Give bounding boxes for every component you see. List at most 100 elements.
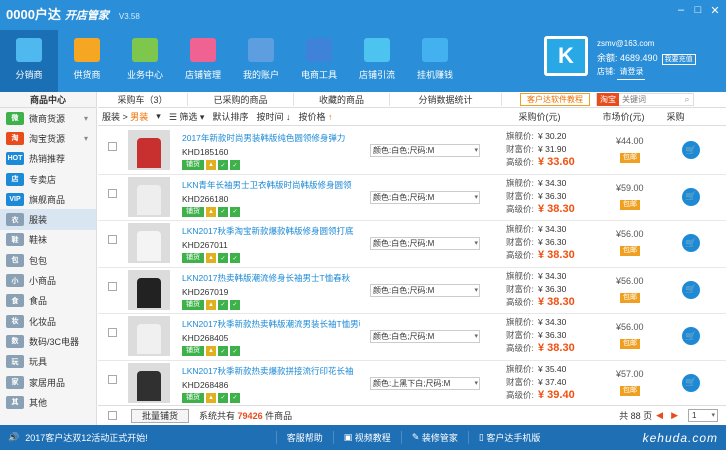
notice[interactable]: 🔊 2017客户达双12活动正式开始! <box>8 431 148 444</box>
sidebar-item-3[interactable]: 店专卖店 <box>0 169 96 189</box>
sidebar-item-1[interactable]: 淘淘宝货源 ▾ <box>0 128 96 148</box>
cart-icon[interactable]: 🛒 <box>682 327 700 345</box>
sku-select[interactable]: 颜色:白色;尺码:M ▾ <box>370 237 480 250</box>
row-checkbox[interactable] <box>108 188 117 198</box>
publish-button[interactable]: 铺货 <box>182 299 204 310</box>
row-checkbox[interactable] <box>108 235 117 244</box>
footer-link-mobile[interactable]: ▯ 客户达手机版 <box>467 431 550 444</box>
publish-button[interactable]: 铺货 <box>182 346 204 356</box>
publish-button[interactable]: 铺货 <box>182 253 204 263</box>
nav-item-2[interactable]: 业务中心 <box>116 30 174 92</box>
free-shipping-badge: 包邮 <box>620 246 640 256</box>
nav-item-5[interactable]: 电商工具 <box>290 30 348 92</box>
row-checkbox[interactable] <box>108 328 117 337</box>
product-thumbnail[interactable] <box>128 316 170 356</box>
sidebar-item-12[interactable]: 玩玩具 <box>0 352 96 372</box>
sidebar-item-label: 包包 <box>29 255 48 266</box>
row-checkbox[interactable] <box>108 281 117 291</box>
shield-icon: ✓ <box>218 160 228 170</box>
maximize-button[interactable]: □ <box>691 4 705 16</box>
sku-select[interactable]: 颜色:白色;尺码:M ▾ <box>370 144 480 157</box>
tab-favorites[interactable]: 收藏的商品 <box>294 93 390 106</box>
sku-select[interactable]: 颜色:上黑下白;尺码:M ▾ <box>370 376 480 390</box>
recharge-button[interactable]: 我要充值 <box>661 54 696 65</box>
badge-icon: ▲ <box>206 299 216 310</box>
footer-link-video[interactable]: ▣ 视频教程 <box>332 431 401 444</box>
product-thumbnail[interactable] <box>128 223 170 263</box>
platform-select[interactable]: 淘宝 <box>597 93 619 106</box>
footer-link-decor[interactable]: ✎ 装修管家 <box>400 431 468 444</box>
sidebar-item-5[interactable]: 衣服装 <box>0 209 96 230</box>
close-button[interactable]: ✕ <box>708 4 722 17</box>
cart-icon[interactable]: 🛒 <box>682 234 700 252</box>
sku-select[interactable]: 颜色:白色;尺码:M ▾ <box>370 330 480 343</box>
product-title[interactable]: LKN2017秋季新款热卖韩版潮流男装长袖T恤男韩 <box>182 318 360 330</box>
tab-cart[interactable]: 采购车（3） <box>98 93 188 106</box>
sidebar-item-14[interactable]: 其其他 <box>0 392 96 412</box>
product-thumbnail[interactable] <box>128 362 170 403</box>
search-input[interactable] <box>619 94 681 105</box>
sidebar-item-11[interactable]: 数数码/3C电器 <box>0 331 96 351</box>
shop-selector[interactable]: 请登录 <box>617 65 646 80</box>
tab-stats[interactable]: 分销数据统计 <box>390 93 502 106</box>
sidebar-item-10[interactable]: 妆化妆品 <box>0 311 96 331</box>
prev-page-icon[interactable]: ◀ <box>656 410 663 421</box>
sidebar-item-7[interactable]: 包包包 <box>0 250 96 270</box>
category-dropdown[interactable]: ▾ <box>156 111 161 122</box>
next-page-icon[interactable]: ▶ <box>671 410 678 421</box>
sort-default[interactable]: 默认排序 <box>212 110 248 123</box>
sidebar-item-13[interactable]: 家家居用品 <box>0 372 96 392</box>
minimize-button[interactable]: – <box>674 4 688 16</box>
publish-button[interactable]: 铺货 <box>182 206 204 217</box>
select-all-checkbox[interactable] <box>108 411 117 420</box>
price-block: 旗舰价: ¥ 30.20 财富价: ¥ 31.90 高级价: ¥ 33.60 <box>506 131 575 168</box>
page-select[interactable]: 1 ▾ <box>688 409 718 422</box>
pager: 共 88 页 ◀ ▶ 1 ▾ <box>619 409 718 422</box>
sidebar-item-4[interactable]: VIP 旗舰商品 <box>0 189 96 209</box>
cart-icon[interactable]: 🛒 <box>682 373 700 392</box>
product-title[interactable]: LKN2017秋季淘宝新款爆款韩版修身圆领打底 <box>182 225 360 237</box>
cart-icon[interactable]: 🛒 <box>682 280 700 299</box>
sku-select[interactable]: 颜色:白色;尺码:M ▾ <box>370 190 480 204</box>
sidebar-item-6[interactable]: 鞋鞋袜 <box>0 230 96 250</box>
shop-avatar[interactable]: K <box>544 36 588 76</box>
grid-icon <box>132 38 158 62</box>
product-thumbnail[interactable] <box>128 176 170 217</box>
cart-icon[interactable]: 🛒 <box>682 187 700 206</box>
sku-select[interactable]: 颜色:白色;尺码:M ▾ <box>370 283 480 297</box>
publish-button[interactable]: 铺货 <box>182 160 204 170</box>
sidebar-item-0[interactable]: 微微商货源 ▾ <box>0 108 96 128</box>
sidebar-item-2[interactable]: HOT 热销推荐 <box>0 149 96 169</box>
tab-purchased[interactable]: 已采购的商品 <box>188 93 294 106</box>
nav-item-1[interactable]: 供货商 <box>58 30 116 92</box>
row-checkbox[interactable] <box>108 374 117 384</box>
product-title[interactable]: LKN青年长袖男士卫衣韩版时尚韩版修身圆领 <box>182 179 360 191</box>
nav-item-3[interactable]: 店铺管理 <box>174 30 232 92</box>
nav-item-6[interactable]: 店铺引流 <box>348 30 406 92</box>
sort-price[interactable]: 按价格 ↑ <box>299 110 333 123</box>
footer-link-help[interactable]: 客服帮助 <box>275 431 333 444</box>
sort-time[interactable]: 按时间 ↓ <box>256 110 290 123</box>
sidebar-item-9[interactable]: 食食品 <box>0 291 96 311</box>
product-actions: 铺货 ▲ ✓ ✓ <box>182 299 242 310</box>
product-title[interactable]: LKN2017秋季新款热卖爆款拼接流行印花长袖 <box>182 365 360 377</box>
tutorial-link[interactable]: 客户达软件教程 <box>520 93 590 106</box>
nav-item-0[interactable]: 分销商 <box>0 30 58 92</box>
nav-item-4[interactable]: 我的账户 <box>232 30 290 92</box>
tab-bar: 采购车（3） 已采购的商品 收藏的商品 分销数据统计 客户达软件教程 淘宝 ⌕ <box>98 92 726 108</box>
product-thumbnail[interactable] <box>128 130 170 170</box>
batch-publish-button[interactable]: 批量铺货 <box>131 408 190 423</box>
product-title[interactable]: 2017年新款时尚男装韩版纯色圆领修身弹力 <box>182 132 360 144</box>
sidebar-item-label: 旗舰商品 <box>29 194 66 205</box>
publish-button[interactable]: 铺货 <box>182 392 204 403</box>
sidebar-item-8[interactable]: 小小商品 <box>0 270 96 290</box>
product-title[interactable]: LKN2017热卖韩版潮流修身长袖男士T恤春秋 <box>182 272 360 284</box>
row-checkbox[interactable] <box>108 142 117 151</box>
search-icon[interactable]: ⌕ <box>681 94 693 105</box>
nav-item-7[interactable]: 挂机赚钱 <box>406 30 464 92</box>
footer-bar: 🔊 2017客户达双12活动正式开始! 客服帮助 ▣ 视频教程 ✎ 装修管家 ▯ … <box>0 425 726 450</box>
product-thumbnail[interactable] <box>128 269 170 310</box>
cart-icon[interactable]: 🛒 <box>682 141 700 159</box>
shield-icon: ✓ <box>218 206 228 217</box>
filter-button[interactable]: ☰ 筛选 ▾ <box>169 110 205 123</box>
